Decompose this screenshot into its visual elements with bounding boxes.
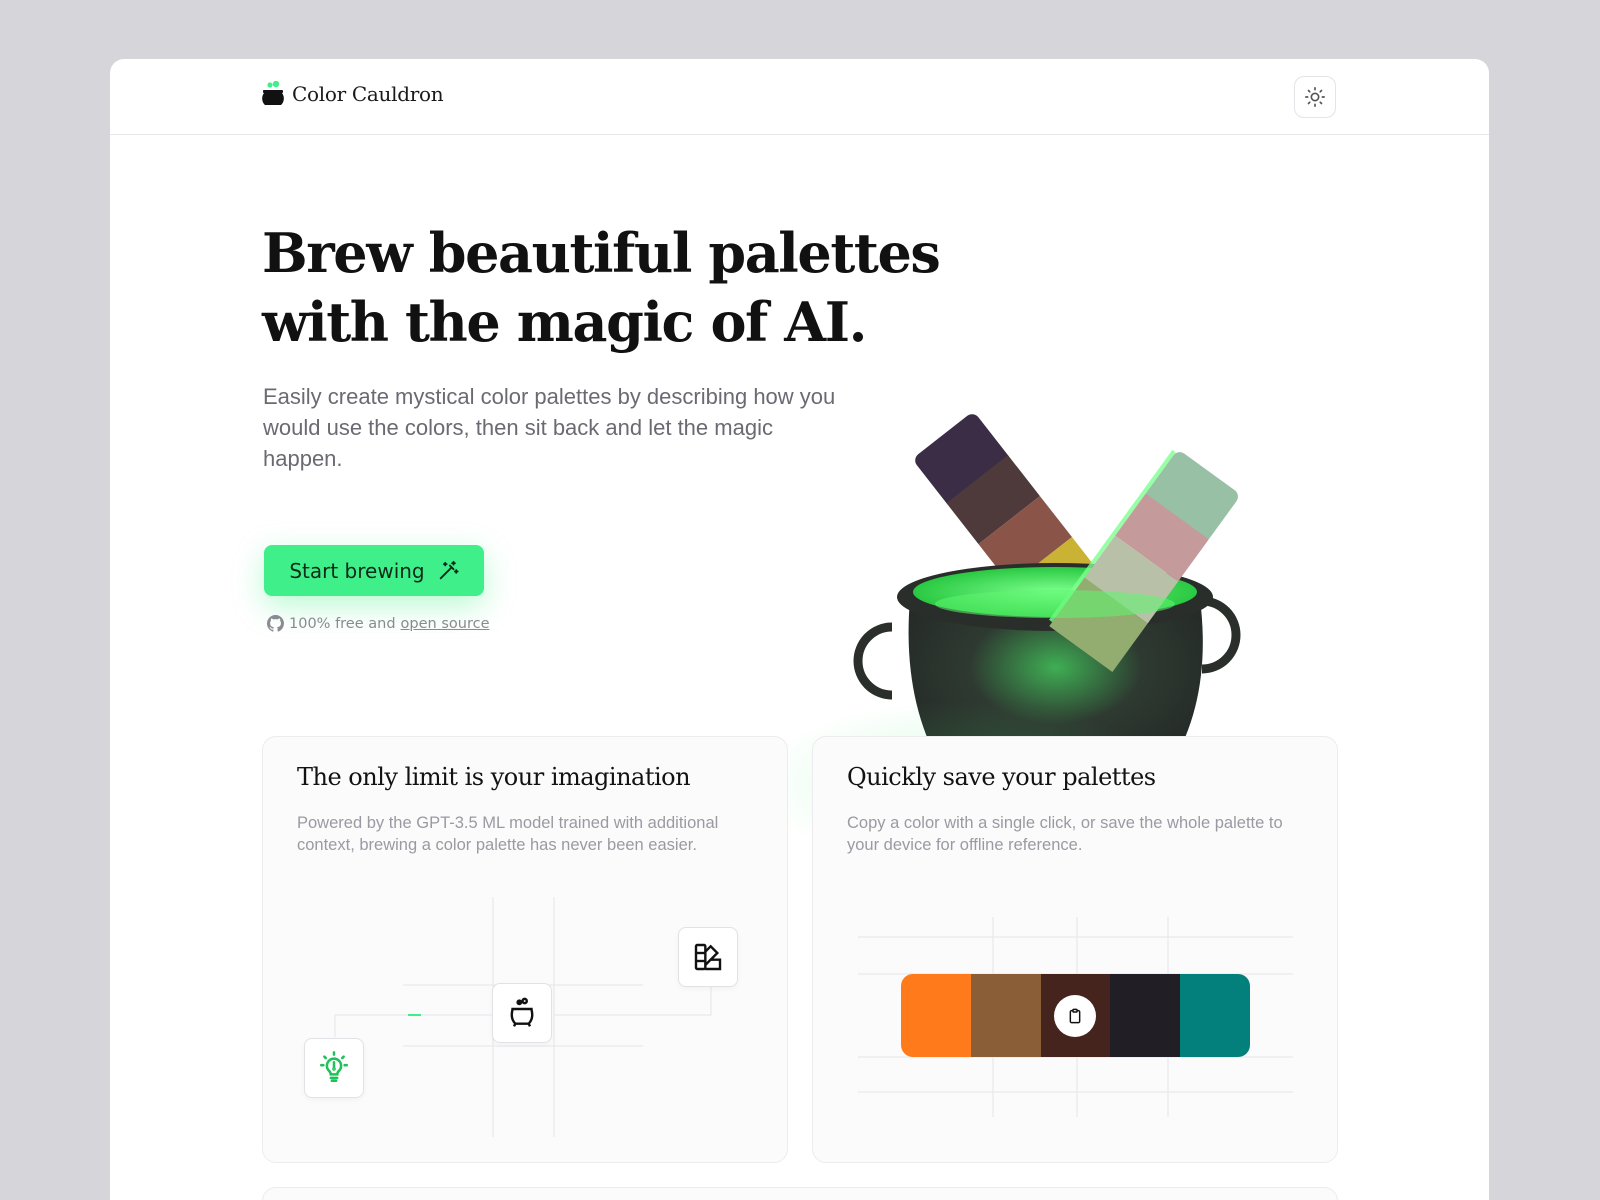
hero-title-line-2: with the magic of AI.	[262, 290, 867, 354]
cauldron-icon	[510, 997, 534, 1027]
palette-swatch[interactable]	[1040, 974, 1111, 1057]
lightbulb-icon	[319, 1051, 349, 1083]
sample-palette	[901, 974, 1250, 1057]
open-source-note: 100% free and open source	[267, 615, 490, 632]
app-window: Color Cauldron Brew beautiful palettes w…	[110, 59, 1489, 1200]
theme-toggle-button[interactable]	[1294, 76, 1336, 118]
palette-swatch[interactable]	[970, 974, 1041, 1057]
magic-wand-icon	[439, 560, 459, 579]
hero-subtitle: Easily create mystical color palettes by…	[263, 384, 836, 471]
feature-card-imagination: The only limit is your imagination Power…	[262, 736, 788, 1163]
cauldron-node	[492, 983, 552, 1043]
github-icon	[267, 615, 284, 632]
copy-color-button[interactable]	[1054, 994, 1097, 1037]
start-brewing-label: Start brewing	[289, 558, 425, 583]
palette-swatch[interactable]	[1180, 974, 1250, 1057]
open-source-link[interactable]: open source	[401, 616, 490, 632]
idea-node	[304, 1038, 364, 1098]
sun-icon	[1305, 87, 1325, 107]
hero-title: Brew beautiful palettes with the magic o…	[262, 219, 962, 357]
start-brewing-button[interactable]: Start brewing	[264, 545, 484, 596]
cauldron-logo-icon	[262, 81, 284, 105]
clipboard-icon	[1070, 1008, 1081, 1023]
brand-logo-link[interactable]: Color Cauldron	[262, 81, 444, 107]
app-name: Color Cauldron	[292, 82, 444, 106]
feature-card-save-palettes: Quickly save your palettes Copy a color …	[812, 736, 1338, 1163]
hero-title-line-1: Brew beautiful palettes	[262, 221, 941, 285]
top-navigation-bar: Color Cauldron	[110, 59, 1489, 135]
free-note-text: 100% free and	[289, 615, 396, 632]
palette-swatch[interactable]	[901, 974, 971, 1057]
palette-grid-lines	[858, 917, 1293, 1117]
next-section-card	[262, 1187, 1338, 1200]
swatch-book-icon	[694, 943, 722, 971]
palette-swatch[interactable]	[1110, 974, 1181, 1057]
palette-node	[678, 927, 738, 987]
